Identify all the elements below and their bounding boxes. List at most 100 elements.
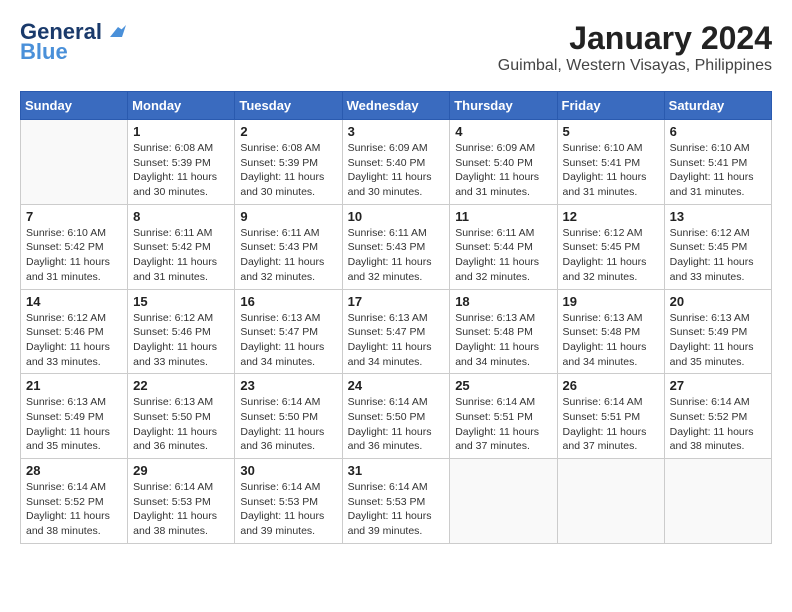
calendar-header-wednesday: Wednesday: [342, 92, 450, 120]
calendar-cell: 31 Sunrise: 6:14 AMSunset: 5:53 PMDayligh…: [342, 459, 450, 544]
day-number: 19: [563, 294, 659, 309]
calendar-cell: 28 Sunrise: 6:14 AMSunset: 5:52 PMDayligh…: [21, 459, 128, 544]
calendar-cell: [21, 120, 128, 205]
calendar-cell: [450, 459, 557, 544]
calendar-cell: 4 Sunrise: 6:09 AMSunset: 5:40 PMDaylight…: [450, 120, 557, 205]
calendar-cell: 7 Sunrise: 6:10 AMSunset: 5:42 PMDaylight…: [21, 204, 128, 289]
day-info: Sunrise: 6:13 AMSunset: 5:50 PMDaylight:…: [133, 395, 229, 454]
day-info: Sunrise: 6:11 AMSunset: 5:43 PMDaylight:…: [348, 226, 445, 285]
day-info: Sunrise: 6:14 AMSunset: 5:52 PMDaylight:…: [670, 395, 766, 454]
calendar-cell: 22 Sunrise: 6:13 AMSunset: 5:50 PMDayligh…: [128, 374, 235, 459]
day-info: Sunrise: 6:10 AMSunset: 5:41 PMDaylight:…: [563, 141, 659, 200]
day-number: 9: [240, 209, 336, 224]
day-number: 30: [240, 463, 336, 478]
calendar-cell: 20Sunrise: 6:13 AMSunset: 5:49 PMDayligh…: [664, 289, 771, 374]
calendar-header-sunday: Sunday: [21, 92, 128, 120]
calendar-cell: [664, 459, 771, 544]
day-info: Sunrise: 6:14 AMSunset: 5:51 PMDaylight:…: [563, 395, 659, 454]
calendar-cell: 21 Sunrise: 6:13 AMSunset: 5:49 PMDayligh…: [21, 374, 128, 459]
day-number: 23: [240, 378, 336, 393]
day-number: 3: [348, 124, 445, 139]
calendar-cell: 2 Sunrise: 6:08 AMSunset: 5:39 PMDaylight…: [235, 120, 342, 205]
day-info: Sunrise: 6:13 AMSunset: 5:49 PMDaylight:…: [26, 395, 122, 454]
day-info: Sunrise: 6:08 AMSunset: 5:39 PMDaylight:…: [240, 141, 336, 200]
day-number: 24: [348, 378, 445, 393]
day-info: Sunrise: 6:13 AMSunset: 5:48 PMDaylight:…: [563, 311, 659, 370]
calendar-header-thursday: Thursday: [450, 92, 557, 120]
day-number: 10: [348, 209, 445, 224]
day-info: Sunrise: 6:08 AMSunset: 5:39 PMDaylight:…: [133, 141, 229, 200]
logo: General Blue: [20, 20, 126, 64]
calendar-cell: 8Sunrise: 6:11 AMSunset: 5:42 PMDaylight…: [128, 204, 235, 289]
page-subtitle: Guimbal, Western Visayas, Philippines: [498, 57, 772, 75]
day-number: 7: [26, 209, 122, 224]
calendar-cell: 5 Sunrise: 6:10 AMSunset: 5:41 PMDaylight…: [557, 120, 664, 205]
calendar-cell: 15Sunrise: 6:12 AMSunset: 5:46 PMDayligh…: [128, 289, 235, 374]
calendar-cell: 9 Sunrise: 6:11 AMSunset: 5:43 PMDaylight…: [235, 204, 342, 289]
day-number: 25: [455, 378, 551, 393]
day-info: Sunrise: 6:10 AMSunset: 5:42 PMDaylight:…: [26, 226, 122, 285]
day-info: Sunrise: 6:13 AMSunset: 5:47 PMDaylight:…: [240, 311, 336, 370]
day-info: Sunrise: 6:14 AMSunset: 5:53 PMDaylight:…: [348, 480, 445, 539]
day-number: 31: [348, 463, 445, 478]
calendar-cell: 19 Sunrise: 6:13 AMSunset: 5:48 PMDayligh…: [557, 289, 664, 374]
day-number: 17: [348, 294, 445, 309]
day-number: 13: [670, 209, 766, 224]
calendar-week-row: 1Sunrise: 6:08 AMSunset: 5:39 PMDaylight…: [21, 120, 772, 205]
day-info: Sunrise: 6:14 AMSunset: 5:52 PMDaylight:…: [26, 480, 122, 539]
calendar-cell: 17Sunrise: 6:13 AMSunset: 5:47 PMDayligh…: [342, 289, 450, 374]
calendar-week-row: 28 Sunrise: 6:14 AMSunset: 5:52 PMDayligh…: [21, 459, 772, 544]
day-number: 16: [240, 294, 336, 309]
calendar-cell: 29 Sunrise: 6:14 AMSunset: 5:53 PMDayligh…: [128, 459, 235, 544]
day-info: Sunrise: 6:09 AMSunset: 5:40 PMDaylight:…: [455, 141, 551, 200]
day-info: Sunrise: 6:11 AMSunset: 5:44 PMDaylight:…: [455, 226, 551, 285]
day-info: Sunrise: 6:10 AMSunset: 5:41 PMDaylight:…: [670, 141, 766, 200]
calendar: SundayMondayTuesdayWednesdayThursdayFrid…: [20, 91, 772, 544]
day-number: 22: [133, 378, 229, 393]
day-number: 4: [455, 124, 551, 139]
calendar-header-tuesday: Tuesday: [235, 92, 342, 120]
day-info: Sunrise: 6:14 AMSunset: 5:53 PMDaylight:…: [133, 480, 229, 539]
calendar-header-saturday: Saturday: [664, 92, 771, 120]
calendar-cell: 16 Sunrise: 6:13 AMSunset: 5:47 PMDayligh…: [235, 289, 342, 374]
day-info: Sunrise: 6:12 AMSunset: 5:46 PMDaylight:…: [26, 311, 122, 370]
calendar-header-row: SundayMondayTuesdayWednesdayThursdayFrid…: [21, 92, 772, 120]
calendar-cell: 26Sunrise: 6:14 AMSunset: 5:51 PMDayligh…: [557, 374, 664, 459]
day-number: 20: [670, 294, 766, 309]
calendar-cell: 6 Sunrise: 6:10 AMSunset: 5:41 PMDaylight…: [664, 120, 771, 205]
day-number: 29: [133, 463, 229, 478]
calendar-week-row: 14 Sunrise: 6:12 AMSunset: 5:46 PMDayligh…: [21, 289, 772, 374]
calendar-cell: 10 Sunrise: 6:11 AMSunset: 5:43 PMDayligh…: [342, 204, 450, 289]
day-info: Sunrise: 6:12 AMSunset: 5:46 PMDaylight:…: [133, 311, 229, 370]
calendar-cell: 23Sunrise: 6:14 AMSunset: 5:50 PMDayligh…: [235, 374, 342, 459]
day-number: 2: [240, 124, 336, 139]
calendar-cell: 3 Sunrise: 6:09 AMSunset: 5:40 PMDaylight…: [342, 120, 450, 205]
day-info: Sunrise: 6:09 AMSunset: 5:40 PMDaylight:…: [348, 141, 445, 200]
day-info: Sunrise: 6:12 AMSunset: 5:45 PMDaylight:…: [670, 226, 766, 285]
calendar-cell: 12 Sunrise: 6:12 AMSunset: 5:45 PMDayligh…: [557, 204, 664, 289]
day-number: 21: [26, 378, 122, 393]
logo-blue: Blue: [20, 40, 126, 64]
day-info: Sunrise: 6:13 AMSunset: 5:48 PMDaylight:…: [455, 311, 551, 370]
day-number: 6: [670, 124, 766, 139]
calendar-cell: 18Sunrise: 6:13 AMSunset: 5:48 PMDayligh…: [450, 289, 557, 374]
logo-bird-icon: [104, 23, 126, 41]
calendar-cell: 1Sunrise: 6:08 AMSunset: 5:39 PMDaylight…: [128, 120, 235, 205]
day-number: 11: [455, 209, 551, 224]
calendar-cell: 27Sunrise: 6:14 AMSunset: 5:52 PMDayligh…: [664, 374, 771, 459]
calendar-header-friday: Friday: [557, 92, 664, 120]
calendar-cell: 24Sunrise: 6:14 AMSunset: 5:50 PMDayligh…: [342, 374, 450, 459]
day-info: Sunrise: 6:12 AMSunset: 5:45 PMDaylight:…: [563, 226, 659, 285]
day-info: Sunrise: 6:14 AMSunset: 5:51 PMDaylight:…: [455, 395, 551, 454]
page-title: January 2024: [498, 20, 772, 57]
day-number: 5: [563, 124, 659, 139]
day-info: Sunrise: 6:11 AMSunset: 5:43 PMDaylight:…: [240, 226, 336, 285]
header: General Blue January 2024 Guimbal, Weste…: [20, 20, 772, 75]
calendar-cell: 14 Sunrise: 6:12 AMSunset: 5:46 PMDayligh…: [21, 289, 128, 374]
title-area: January 2024 Guimbal, Western Visayas, P…: [498, 20, 772, 75]
day-number: 14: [26, 294, 122, 309]
day-number: 8: [133, 209, 229, 224]
calendar-cell: 30Sunrise: 6:14 AMSunset: 5:53 PMDayligh…: [235, 459, 342, 544]
day-number: 12: [563, 209, 659, 224]
day-number: 28: [26, 463, 122, 478]
